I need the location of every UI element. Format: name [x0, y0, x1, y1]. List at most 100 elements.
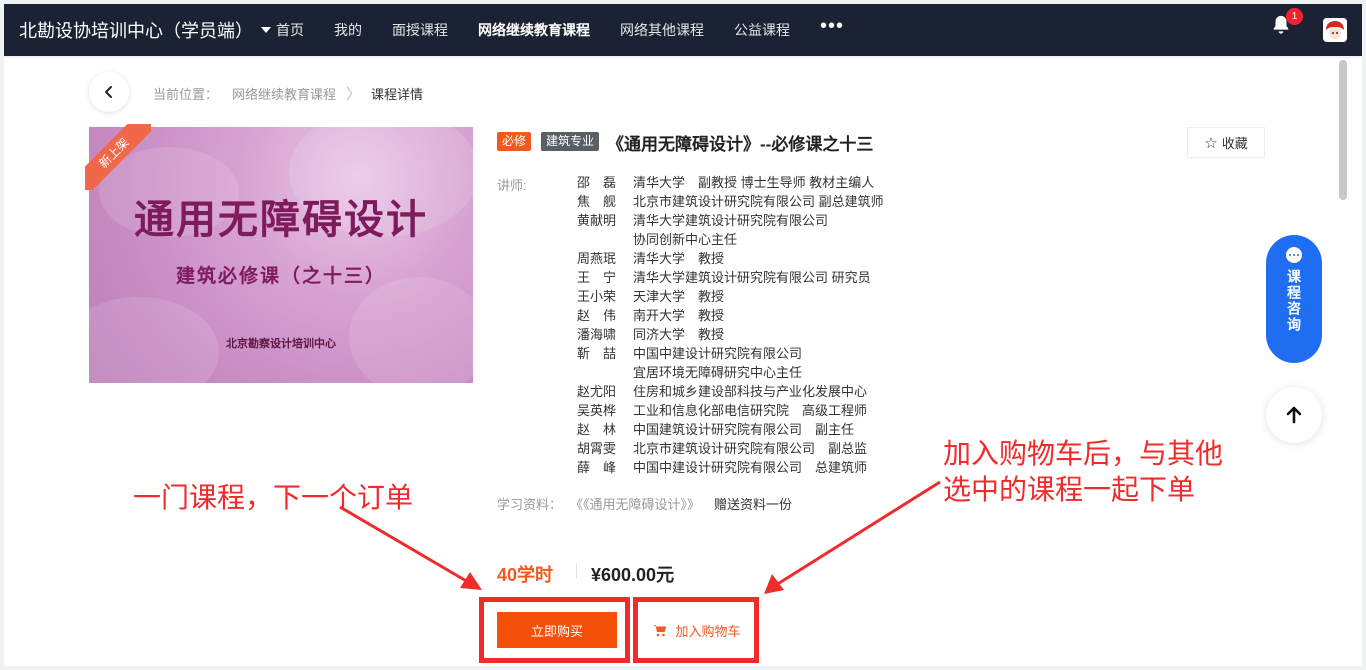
back-to-top-button[interactable]: [1266, 387, 1322, 443]
lecturer-row: 胡霄雯 北京市建筑设计研究院有限公司 副总监: [577, 439, 884, 458]
lecturer-row: 宜居环境无障碍研究中心主任: [577, 363, 884, 382]
breadcrumb-item-current: 课程详情: [371, 87, 424, 102]
chat-icon: [1286, 247, 1302, 263]
avatar[interactable]: [1323, 18, 1347, 42]
cover-subtitle: 建筑必修课（之十三）: [175, 266, 386, 287]
cover-petal: [349, 277, 473, 383]
main-nav: 首页 我的 面授课程 网络继续教育课程 网络其他课程 公益课程 •••: [276, 4, 844, 56]
annotation-right: 加入购物车后，与其他 选中的课程一起下单: [943, 436, 1223, 508]
lecturer-name: 赵尤阳: [577, 384, 617, 399]
lecturer-desc: 中国中建设计研究院有限公司: [633, 346, 803, 361]
lecturer-row: 赵 林 中国建筑设计研究院有限公司 副主任: [577, 420, 884, 439]
required-tag: 必修: [497, 132, 532, 151]
notification-badge: 1: [1286, 8, 1303, 25]
lecturer-name: 王小荣: [577, 289, 617, 304]
lecturer-desc: 南开大学 教授: [633, 308, 725, 323]
nav-other-online-courses[interactable]: 网络其他课程: [620, 20, 704, 40]
lecturer-desc: 宜居环境无障碍研究中心主任: [633, 365, 803, 380]
breadcrumb-label: 当前位置：: [153, 87, 219, 102]
favorite-button[interactable]: ☆ 收藏: [1187, 127, 1265, 158]
arrow-up-icon: [1286, 406, 1302, 424]
lecturer-row: 薛 峰 中国中建设计研究院有限公司 总建筑师: [577, 458, 884, 477]
more-menu-icon[interactable]: •••: [820, 16, 844, 36]
material-link[interactable]: 《《通用无障碍设计》》: [570, 494, 700, 513]
annotation-right-line1: 加入购物车后，与其他: [943, 438, 1224, 469]
lecturer-desc: 天津大学 教授: [633, 289, 725, 304]
caret-down-icon: [261, 27, 271, 33]
lecturer-name: 赵 伟: [577, 308, 617, 323]
lecturer-row: 赵尤阳 住房和城乡建设部科技与产业化发展中心: [577, 382, 884, 401]
nav-public-courses[interactable]: 公益课程: [734, 20, 790, 40]
lecturer-desc: 同济大学 教授: [633, 327, 725, 342]
lecturer-name: 邵 磊: [577, 175, 617, 190]
highlight-buy-box: [479, 597, 630, 663]
highlight-cart-box: [633, 597, 759, 663]
lecturer-name: 王 宁: [577, 270, 617, 285]
nav-online-ce-courses[interactable]: 网络继续教育课程: [478, 20, 590, 40]
lecturer-name: 吴英桦: [577, 403, 617, 418]
brand-switcher[interactable]: 北勘设协培训中心（学员端）: [4, 17, 276, 43]
lecturer-desc: 中国建筑设计研究院有限公司 副主任: [633, 422, 855, 437]
course-title: 《通用无障碍设计》--必修课之十三: [607, 135, 874, 154]
price-divider: [576, 563, 577, 579]
lecturer-row: 吴英桦 工业和信息化部电信研究院 高级工程师: [577, 401, 884, 420]
consult-label: 课程咨询: [1286, 269, 1302, 333]
brand-title: 北勘设协培训中心（学员端）: [19, 21, 253, 41]
lecturer-row: 周燕珉 清华大学 教授: [577, 249, 884, 268]
material-label: 学习资料：: [497, 497, 563, 512]
lecturer-name: 薛 峰: [577, 460, 617, 475]
course-price: ¥600.00元: [591, 565, 675, 585]
category-tag: 建筑专业: [541, 132, 600, 151]
ribbon-label: 新上架: [85, 124, 151, 190]
material-note: 赠送资料一份: [714, 497, 793, 512]
lecturer-desc: 工业和信息化部电信研究院 高级工程师: [633, 403, 868, 418]
breadcrumb: 当前位置： 网络继续教育课程 〉 课程详情: [153, 83, 423, 104]
nav-offline-courses[interactable]: 面授课程: [392, 20, 448, 40]
lecturer-desc: 清华大学 副教授 博士生导师 教材主编人: [633, 175, 875, 190]
chevron-right-icon: 〉: [346, 86, 362, 103]
lecturer-desc: 中国中建设计研究院有限公司 总建筑师: [633, 460, 868, 475]
lecturer-desc: 协同创新中心主任: [633, 232, 738, 247]
lecturer-name: 焦 舰: [577, 194, 617, 209]
lecturer-desc: 清华大学建筑设计研究院有限公司 研究员: [633, 270, 871, 285]
favorite-label: 收藏: [1221, 136, 1248, 151]
lecturer-row: 协同创新中心主任: [577, 230, 884, 249]
nav-home[interactable]: 首页: [276, 20, 304, 40]
study-material: 学习资料： 《《通用无障碍设计》》 赠送资料一份: [497, 494, 792, 513]
lecturer-name: 黄献明: [577, 213, 617, 228]
back-button[interactable]: [89, 72, 129, 112]
lecturer-name: [577, 230, 633, 249]
nav-mine[interactable]: 我的: [334, 20, 362, 40]
new-ribbon: 新上架: [85, 124, 151, 190]
scrollbar-thumb[interactable]: [1339, 60, 1347, 200]
cover-title: 通用无障碍设计: [134, 198, 428, 242]
lecturer-row: 王 宁 清华大学建筑设计研究院有限公司 研究员: [577, 268, 884, 287]
breadcrumb-item-online-ce[interactable]: 网络继续教育课程: [232, 84, 336, 103]
lecturer-desc: 清华大学建筑设计研究院有限公司: [633, 213, 829, 228]
star-icon: ☆: [1204, 134, 1218, 152]
lecturer-name: 周燕珉: [577, 251, 617, 266]
credit-hours: 40学时: [497, 565, 554, 585]
lecturer-desc: 北京市建筑设计研究院有限公司 副总监: [633, 441, 868, 456]
lecturer-name: 胡霄雯: [577, 441, 617, 456]
lecturer-label: 讲师:: [497, 178, 527, 193]
lecturer-name: 赵 林: [577, 422, 617, 437]
lecturer-row: 潘海啸 同济大学 教授: [577, 325, 884, 344]
lecturer-name: [577, 363, 633, 382]
lecturer-name: 靳 喆: [577, 346, 617, 361]
annotation-left: 一门课程，下一个订单: [133, 482, 414, 513]
lecturer-name: 潘海啸: [577, 327, 617, 342]
lecturer-row: 赵 伟 南开大学 教授: [577, 306, 884, 325]
lecturer-row: 黄献明 清华大学建筑设计研究院有限公司: [577, 211, 884, 230]
annotation-right-line2: 选中的课程一起下单: [943, 474, 1196, 505]
cover-org: 北京勘察设计培训中心: [226, 338, 336, 350]
lecturer-row: 靳 喆 中国中建设计研究院有限公司: [577, 344, 884, 363]
lecturer-desc: 清华大学 教授: [633, 251, 725, 266]
top-navbar: 北勘设协培训中心（学员端） 首页 我的 面授课程 网络继续教育课程 网络其他课程…: [4, 4, 1362, 56]
lecturer-row: 邵 磊 清华大学 副教授 博士生导师 教材主编人: [577, 173, 884, 192]
course-consult-button[interactable]: 课程咨询: [1266, 235, 1322, 363]
lecturer-desc: 住房和城乡建设部科技与产业化发展中心: [633, 384, 868, 399]
lecturer-list: 邵 磊清华大学 副教授 博士生导师 教材主编人焦 舰北京市建筑设计研究院有限公司…: [577, 173, 884, 477]
chevron-left-icon: [105, 86, 112, 98]
lecturer-row: 焦 舰 北京市建筑设计研究院有限公司 副总建筑师: [577, 192, 884, 211]
